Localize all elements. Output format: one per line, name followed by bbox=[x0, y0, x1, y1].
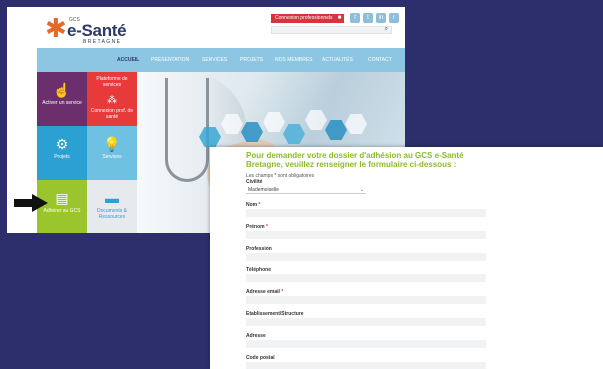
tile-services[interactable]: 💡 Services bbox=[87, 126, 137, 180]
field-input-etablissement-structure[interactable] bbox=[246, 318, 486, 326]
lock-icon[interactable]: ■ bbox=[335, 14, 344, 23]
tile-activer-service[interactable]: ☝ Activer un service bbox=[37, 72, 87, 126]
field-input-profession[interactable] bbox=[246, 253, 486, 261]
nav-accueil[interactable]: ACCUEIL bbox=[117, 48, 139, 72]
membership-form-screenshot: Pour demander votre dossier d'adhésion a… bbox=[210, 147, 603, 369]
chevron-down-icon: ⌄ bbox=[359, 187, 364, 193]
search-icon[interactable]: ⌕ bbox=[385, 26, 388, 33]
nav-presentation[interactable]: PRÉSENTATION bbox=[151, 48, 189, 72]
field-label-adresse: Adresse bbox=[246, 333, 266, 339]
tile-documents[interactable]: ▬ Documents & Ressources bbox=[87, 180, 137, 233]
nav-services[interactable]: SERVICES bbox=[202, 48, 227, 72]
logo-subtitle: BRETAGNE bbox=[83, 39, 122, 45]
field-label-profession: Profession bbox=[246, 246, 272, 252]
field-label-nom: Nom * bbox=[246, 202, 261, 208]
form-title: Pour demander votre dossier d'adhésion a… bbox=[246, 151, 464, 169]
tile-plateforme-services[interactable]: Plateforme de services ⁂ Connexion prof.… bbox=[87, 72, 137, 126]
rss-icon[interactable]: r bbox=[389, 13, 399, 23]
pointer-arrow-icon bbox=[14, 194, 48, 212]
main-nav: ACCUEIL PRÉSENTATION SERVICES PROJETS NO… bbox=[37, 48, 405, 72]
twitter-icon[interactable]: t bbox=[363, 13, 373, 23]
network-icon: ⁂ bbox=[107, 95, 117, 106]
hex-icon bbox=[263, 112, 285, 132]
gears-icon: ⚙ bbox=[55, 136, 69, 152]
required-marker: * bbox=[279, 289, 284, 295]
nav-contact[interactable]: CONTACT bbox=[368, 48, 392, 72]
field-label-code-postal: Code postal bbox=[246, 355, 275, 361]
field-input-telephone[interactable] bbox=[246, 274, 486, 282]
site-search-input[interactable]: ⌕ bbox=[271, 26, 392, 34]
required-marker: * bbox=[264, 224, 268, 230]
hex-icon bbox=[283, 124, 305, 144]
field-input-adresse[interactable] bbox=[246, 340, 486, 348]
civility-select[interactable]: Mademoiselle ⌄ bbox=[246, 186, 366, 194]
gcs-esante-logo[interactable]: ✱ GCS e-Santé BRETAGNE bbox=[45, 13, 165, 51]
field-label-adresse-email: Adresse email * bbox=[246, 289, 284, 295]
hex-icon bbox=[345, 114, 367, 134]
tile-projets[interactable]: ⚙ Projets bbox=[37, 126, 87, 180]
quick-access-tiles: ☝ Activer un service Plateforme de servi… bbox=[37, 72, 137, 233]
hex-icon bbox=[305, 110, 327, 130]
field-input-code-postal[interactable] bbox=[246, 362, 486, 369]
field-label-telephone: Téléphone bbox=[246, 267, 272, 273]
field-label-prenom: Prénom * bbox=[246, 224, 268, 230]
field-input-nom[interactable] bbox=[246, 209, 486, 217]
required-marker: * bbox=[257, 202, 261, 208]
lightbulb-icon: 💡 bbox=[103, 136, 121, 152]
field-input-adresse-email[interactable] bbox=[246, 296, 486, 304]
field-input-prenom[interactable] bbox=[246, 231, 486, 239]
folder-icon: ▬ bbox=[105, 190, 119, 206]
hand-pointer-icon: ☝ bbox=[53, 82, 71, 98]
stethoscope-icon bbox=[165, 78, 209, 182]
facebook-icon[interactable]: f bbox=[350, 13, 360, 23]
field-label-etablissement-structure: Etablissement/Structure bbox=[246, 311, 304, 317]
hex-icon bbox=[325, 120, 347, 140]
civility-label: Civilité bbox=[246, 179, 263, 185]
logo-name: e-Santé bbox=[67, 21, 127, 40]
nav-nos-membres[interactable]: NOS MEMBRES bbox=[275, 48, 313, 72]
professional-login-button[interactable]: Connexion professionnels bbox=[271, 14, 337, 23]
logo-star-icon: ✱ bbox=[45, 13, 67, 43]
nav-actualites[interactable]: ACTUALITÉS bbox=[322, 48, 353, 72]
linkedin-icon[interactable]: in bbox=[376, 13, 386, 23]
nav-projets[interactable]: PROJETS bbox=[240, 48, 263, 72]
